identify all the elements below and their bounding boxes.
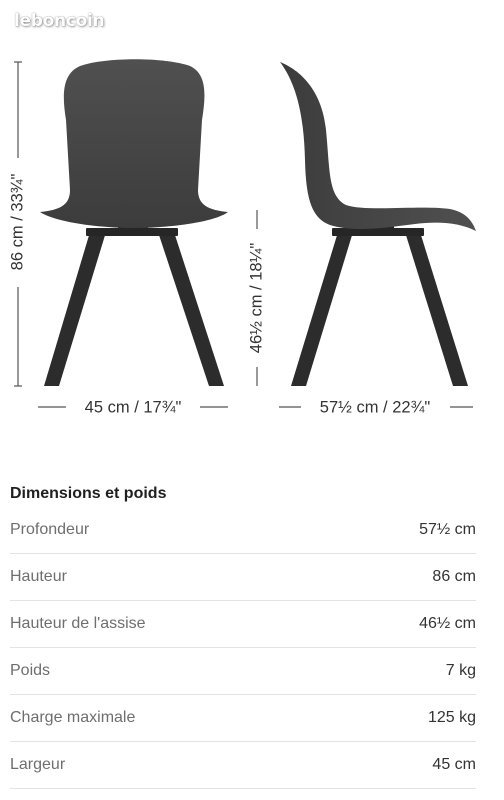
height-dimension: 86 cm / 33¾" bbox=[8, 61, 26, 387]
width-dim-label: 45 cm / 17¾" bbox=[85, 398, 182, 416]
spec-label: Hauteur bbox=[10, 568, 67, 585]
specs-table: Profondeur 57½ cm Hauteur 86 cm Hauteur … bbox=[10, 507, 476, 789]
spec-row-seat-height: Hauteur de l'assise 46½ cm bbox=[10, 601, 476, 648]
width-dimension: 45 cm / 17¾" bbox=[38, 398, 228, 416]
spec-value: 125 kg bbox=[427, 709, 476, 726]
spec-row-width: Largeur 45 cm bbox=[10, 742, 476, 789]
spec-label: Profondeur bbox=[10, 521, 90, 538]
chair-dimension-diagram: 86 cm / 33¾" 46½ cm / 18¼" 45 cm / 17¾" … bbox=[8, 59, 476, 416]
spec-value: 57½ cm bbox=[419, 521, 476, 538]
spec-row-depth: Profondeur 57½ cm bbox=[10, 507, 476, 554]
depth-dim-label: 57½ cm / 22¾" bbox=[320, 398, 431, 416]
spec-value: 45 cm bbox=[432, 756, 476, 773]
spec-label: Hauteur de l'assise bbox=[10, 615, 146, 632]
spec-label: Largeur bbox=[10, 756, 66, 773]
depth-dimension: 57½ cm / 22¾" bbox=[279, 398, 473, 416]
spec-row-max-load: Charge maximale 125 kg bbox=[10, 695, 476, 742]
spec-value: 86 cm bbox=[432, 568, 476, 585]
front-right-leg bbox=[158, 232, 224, 386]
spec-value: 7 kg bbox=[445, 662, 476, 679]
height-dim-label: 86 cm / 33¾" bbox=[8, 174, 26, 271]
side-rear-leg bbox=[405, 232, 468, 386]
leboncoin-watermark: leboncoin bbox=[14, 11, 105, 31]
spec-row-height: Hauteur 86 cm bbox=[10, 554, 476, 601]
chair-side-view bbox=[280, 62, 476, 386]
spec-label: Poids bbox=[10, 662, 51, 679]
front-seat-shell bbox=[40, 59, 228, 228]
seat-height-dim-label: 46½ cm / 18¼" bbox=[247, 243, 265, 354]
side-seat-shell bbox=[280, 62, 476, 231]
spec-value: 46½ cm bbox=[419, 615, 476, 632]
side-front-leg bbox=[291, 232, 353, 386]
spec-row-weight: Poids 7 kg bbox=[10, 648, 476, 695]
spec-label: Charge maximale bbox=[10, 709, 136, 726]
seat-height-dimension: 46½ cm / 18¼" bbox=[247, 210, 265, 386]
specs-title: Dimensions et poids bbox=[10, 485, 167, 502]
front-left-leg bbox=[44, 232, 106, 386]
chair-front-view bbox=[40, 59, 228, 386]
